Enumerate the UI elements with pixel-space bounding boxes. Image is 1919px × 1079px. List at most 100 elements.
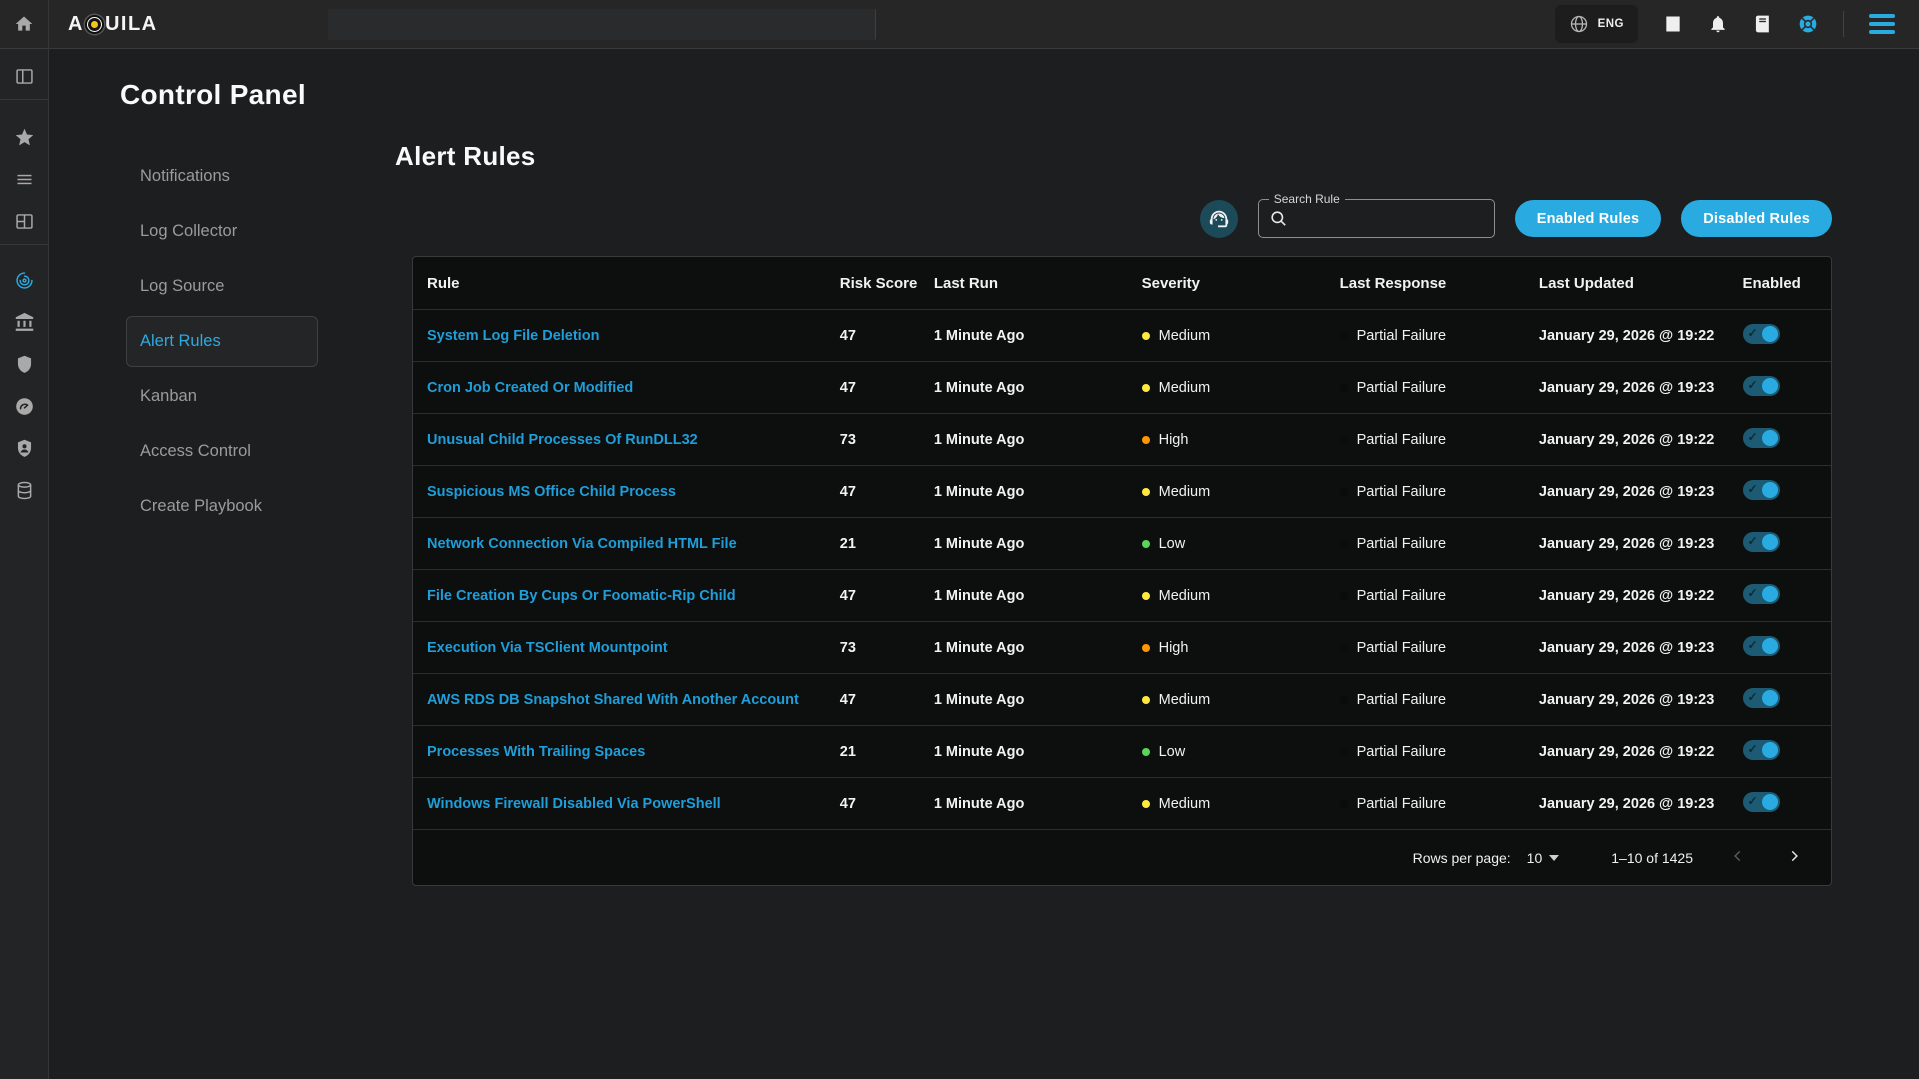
check-icon: ✓ <box>1748 534 1758 548</box>
gauge-icon <box>14 396 35 417</box>
threat-radar-button[interactable] <box>0 259 49 301</box>
main-menu-button[interactable] <box>1869 14 1895 34</box>
enabled-toggle[interactable]: ✓ <box>1743 428 1780 448</box>
check-icon: ✓ <box>1748 430 1758 444</box>
enabled-toggle[interactable]: ✓ <box>1743 324 1780 344</box>
database-button[interactable] <box>0 469 49 511</box>
last-updated-value: January 29, 2026 @ 19:23 <box>1539 640 1743 656</box>
last-run-value: 1 Minute Ago <box>934 536 1142 552</box>
enabled-toggle[interactable]: ✓ <box>1743 584 1780 604</box>
severity-value: Medium <box>1159 588 1211 604</box>
rule-link[interactable]: System Log File Deletion <box>427 328 599 344</box>
favorites-button[interactable] <box>0 116 49 158</box>
rule-link[interactable]: Network Connection Via Compiled HTML Fil… <box>427 536 737 552</box>
language-selector[interactable]: ENG <box>1555 5 1638 43</box>
table-row: Cron Job Created Or Modified 47 1 Minute… <box>413 362 1831 414</box>
last-run-value: 1 Minute Ago <box>934 432 1142 448</box>
rule-link[interactable]: Processes With Trailing Spaces <box>427 744 645 760</box>
enabled-toggle[interactable]: ✓ <box>1743 792 1780 812</box>
severity-value: Low <box>1159 536 1186 552</box>
left-rail <box>0 0 49 1079</box>
severity-dot <box>1142 592 1150 600</box>
organization-button[interactable] <box>1663 14 1683 34</box>
response-dot <box>1340 644 1348 652</box>
aquila-logo: AUILA <box>68 13 158 36</box>
docs-button[interactable] <box>1753 14 1773 34</box>
sidebar-item-create-playbook[interactable]: Create Playbook <box>126 481 318 532</box>
severity-value: High <box>1159 640 1189 656</box>
col-risk-score: Risk Score <box>840 275 934 292</box>
check-icon: ✓ <box>1748 742 1758 756</box>
logo-text-post: UILA <box>105 13 158 36</box>
enabled-toggle[interactable]: ✓ <box>1743 636 1780 656</box>
sidebar-item-kanban[interactable]: Kanban <box>126 371 318 422</box>
last-response-value: Partial Failure <box>1357 328 1446 344</box>
table-toolbar: Search Rule Enabled Rules Disabled Rules <box>395 199 1832 238</box>
next-page-button[interactable] <box>1783 845 1805 870</box>
split-panel-button[interactable] <box>0 55 49 97</box>
check-icon: ✓ <box>1748 690 1758 704</box>
risk-score-value: 73 <box>840 640 934 656</box>
topbar-search-area[interactable] <box>328 9 876 40</box>
risk-score-value: 21 <box>840 536 934 552</box>
last-response-value: Partial Failure <box>1357 536 1446 552</box>
disabled-rules-button[interactable]: Disabled Rules <box>1681 200 1832 237</box>
rows-per-page-select[interactable]: 10 <box>1527 850 1560 866</box>
toggle-knob <box>1762 638 1778 654</box>
check-icon: ✓ <box>1748 794 1758 808</box>
rule-link[interactable]: Execution Via TSClient Mountpoint <box>427 640 668 656</box>
response-dot <box>1340 696 1348 704</box>
check-icon: ✓ <box>1748 378 1758 392</box>
enabled-toggle[interactable]: ✓ <box>1743 532 1780 552</box>
caret-down-icon <box>1549 855 1559 861</box>
search-rule-input[interactable] <box>1296 211 1484 227</box>
risk-score-value: 47 <box>840 380 934 396</box>
split-panel-icon <box>14 66 35 87</box>
toggle-knob <box>1762 742 1778 758</box>
admin-shield-button[interactable] <box>0 427 49 469</box>
sidebar-item-access-control[interactable]: Access Control <box>126 426 318 477</box>
home-button[interactable] <box>0 0 48 49</box>
rule-link[interactable]: Windows Firewall Disabled Via PowerShell <box>427 796 721 812</box>
rule-link[interactable]: AWS RDS DB Snapshot Shared With Another … <box>427 692 799 708</box>
last-run-value: 1 Minute Ago <box>934 796 1142 812</box>
control-panel-menu: NotificationsLog CollectorLog SourceAler… <box>120 149 395 534</box>
list-view-button[interactable] <box>0 158 49 200</box>
previous-page-button[interactable] <box>1727 845 1749 870</box>
shield-button[interactable] <box>0 343 49 385</box>
toggle-knob <box>1762 482 1778 498</box>
topbar-actions: ENG <box>1555 5 1919 43</box>
notifications-button[interactable] <box>1708 14 1728 34</box>
layout-button[interactable] <box>0 200 49 242</box>
risk-score-value: 73 <box>840 432 934 448</box>
language-label: ENG <box>1598 18 1624 30</box>
last-run-value: 1 Minute Ago <box>934 692 1142 708</box>
support-agent-button[interactable] <box>1200 200 1238 238</box>
risk-score-value: 47 <box>840 484 934 500</box>
rule-link[interactable]: Unusual Child Processes Of RunDLL32 <box>427 432 698 448</box>
enabled-toggle[interactable]: ✓ <box>1743 740 1780 760</box>
search-rule-field[interactable]: Search Rule <box>1258 199 1495 238</box>
rule-link[interactable]: File Creation By Cups Or Foomatic-Rip Ch… <box>427 588 736 604</box>
gauge-button[interactable] <box>0 385 49 427</box>
sidebar-item-notifications[interactable]: Notifications <box>126 151 318 202</box>
sidebar-item-log-collector[interactable]: Log Collector <box>126 206 318 257</box>
enabled-toggle[interactable]: ✓ <box>1743 688 1780 708</box>
toggle-knob <box>1762 794 1778 810</box>
severity-value: High <box>1159 432 1189 448</box>
sidebar-item-log-source[interactable]: Log Source <box>126 261 318 312</box>
bank-button[interactable] <box>0 301 49 343</box>
enabled-toggle[interactable]: ✓ <box>1743 376 1780 396</box>
severity-dot <box>1142 488 1150 496</box>
severity-dot <box>1142 540 1150 548</box>
enabled-toggle[interactable]: ✓ <box>1743 480 1780 500</box>
last-run-value: 1 Minute Ago <box>934 484 1142 500</box>
enabled-rules-button[interactable]: Enabled Rules <box>1515 200 1662 237</box>
last-run-value: 1 Minute Ago <box>934 588 1142 604</box>
sidebar-item-alert-rules[interactable]: Alert Rules <box>126 316 318 367</box>
community-button[interactable] <box>1798 14 1818 34</box>
rule-link[interactable]: Cron Job Created Or Modified <box>427 380 633 396</box>
severity-dot <box>1142 748 1150 756</box>
rule-link[interactable]: Suspicious MS Office Child Process <box>427 484 676 500</box>
headset-icon <box>1208 208 1230 230</box>
